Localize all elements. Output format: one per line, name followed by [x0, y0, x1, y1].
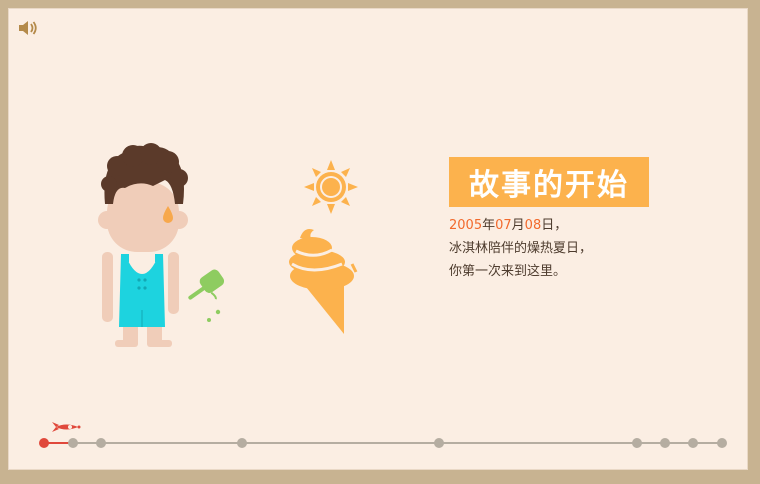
timeline-stop-5[interactable]: [434, 438, 444, 448]
story-title: 故事的开始: [469, 168, 629, 203]
sun-icon: [304, 160, 358, 214]
boy-illustration: [98, 143, 225, 347]
date-sep-year: 年: [482, 218, 496, 233]
date-month: 07: [495, 218, 512, 233]
timeline-stop-9[interactable]: [717, 438, 727, 448]
timeline-stop-1[interactable]: [39, 438, 49, 448]
sound-toggle-button[interactable]: [18, 19, 40, 37]
ice-cream-icon: [289, 229, 358, 334]
speaker-icon: [19, 21, 37, 35]
story-title-banner: 故事的开始: [449, 157, 649, 207]
story-line-date: 2005年07月08日，: [449, 214, 592, 237]
date-sep-month: 月: [511, 218, 525, 233]
timeline-stop-3[interactable]: [96, 438, 106, 448]
story-line-2: 冰淇林陪伴的燥热夏日，: [449, 241, 593, 256]
timeline-stop-2[interactable]: [68, 438, 78, 448]
timeline-stop-6[interactable]: [632, 438, 642, 448]
timeline-stop-8[interactable]: [688, 438, 698, 448]
timeline-stop-4[interactable]: [237, 438, 247, 448]
date-day: 08: [524, 218, 542, 233]
story-line-3: 你第一次来到这里。: [449, 264, 567, 279]
story-text: 2005年07月08日， 冰淇林陪伴的燥热夏日， 你第一次来到这里。: [449, 214, 592, 283]
timeline-stop-7[interactable]: [660, 438, 670, 448]
date-year: 2005: [449, 218, 483, 233]
date-sep-day: 日，: [541, 218, 568, 233]
